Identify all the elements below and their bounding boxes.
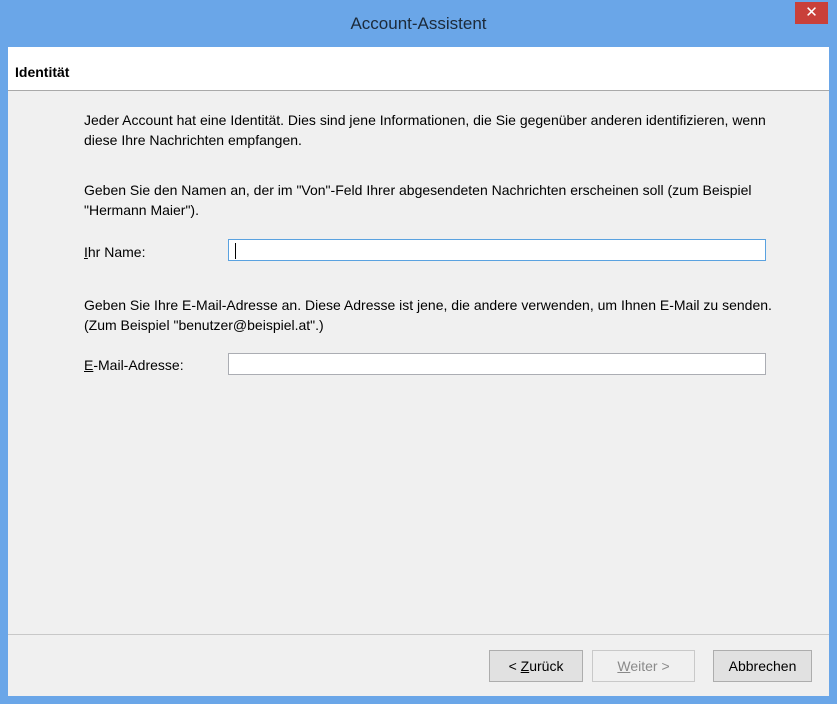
next-button-mnemonic: W — [617, 658, 631, 674]
cancel-button[interactable]: Abbrechen — [713, 650, 812, 682]
email-input[interactable] — [228, 353, 766, 375]
page-title: Identität — [15, 64, 70, 80]
name-label-rest: hr Name: — [87, 244, 146, 260]
back-button-prefix: < — [508, 658, 521, 674]
close-icon: ✕ — [805, 4, 818, 21]
window-title: Account-Assistent — [350, 14, 487, 33]
intro-text: Jeder Account hat eine Identität. Dies s… — [84, 112, 766, 148]
next-button-rest: eiter > — [630, 658, 670, 674]
email-label-rest: -Mail-Adresse: — [93, 357, 184, 373]
email-label: E-Mail-Adresse: — [84, 357, 184, 373]
email-hint-text: Geben Sie Ihre E-Mail-Adresse an. Diese … — [84, 297, 772, 333]
title-bar[interactable]: Account-Assistent ✕ — [0, 0, 837, 47]
back-button[interactable]: < Zurück — [489, 650, 583, 682]
text-caret — [235, 243, 236, 259]
next-button[interactable]: Weiter > — [592, 650, 695, 682]
close-button[interactable]: ✕ — [795, 2, 828, 24]
name-input[interactable] — [228, 239, 766, 261]
name-hint-text: Geben Sie den Namen an, der im "Von"-Fel… — [84, 182, 752, 218]
dialog-content: Identität Jeder Account hat eine Identit… — [8, 47, 829, 696]
window-bottom-border — [0, 696, 837, 704]
email-label-mnemonic: E — [84, 357, 94, 373]
button-separator — [8, 634, 829, 635]
dialog-window: Account-Assistent ✕ Identität Jeder Acco… — [0, 0, 837, 704]
page-header: Identität — [8, 47, 829, 91]
back-button-rest: urück — [529, 658, 564, 674]
name-label: Ihr Name: — [84, 244, 145, 260]
back-button-mnemonic: Z — [520, 658, 530, 674]
